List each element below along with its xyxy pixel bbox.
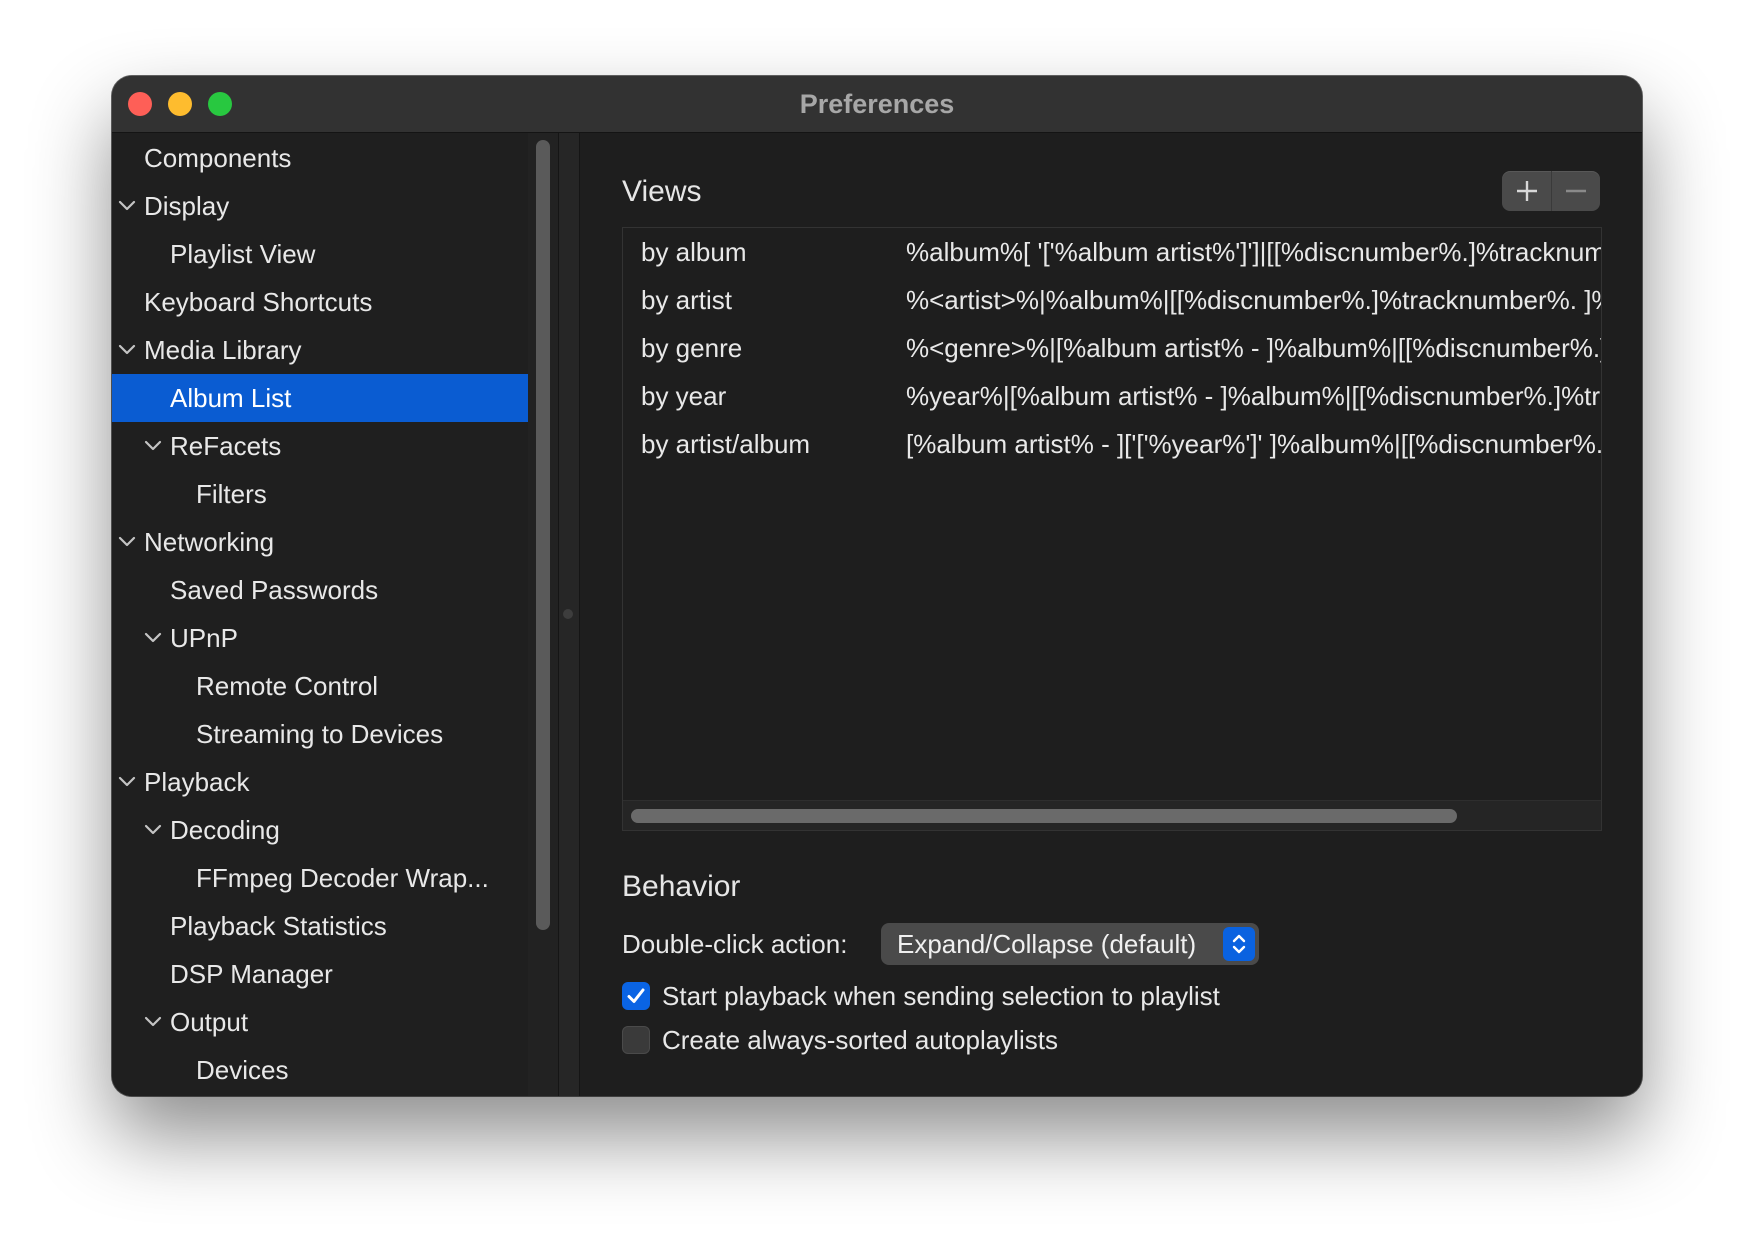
double-click-label: Double-click action: — [622, 929, 848, 959]
views-button-group — [1502, 171, 1600, 211]
chevron-down-icon[interactable] — [142, 806, 164, 854]
view-pattern: %year%|[%album artist% - ]%album%|[[%dis… — [906, 381, 1601, 411]
behavior-section-title: Behavior — [622, 870, 741, 903]
sidebar-item-label: Playback Statistics — [170, 911, 387, 941]
sidebar-item[interactable]: Streaming to Devices — [112, 710, 528, 758]
sidebar-item-label: Saved Passwords — [170, 575, 379, 605]
double-click-action-value: Expand/Collapse (default) — [897, 929, 1197, 959]
sidebar-item-label: Networking — [144, 527, 275, 557]
title-bar[interactable]: Preferences — [112, 76, 1642, 133]
sidebar-item[interactable]: Playback Statistics — [112, 902, 528, 950]
checkmark-icon — [627, 988, 645, 1003]
view-pattern: %<artist>%|%album%|[[%discnumber%.]%trac… — [906, 285, 1601, 315]
table-row[interactable]: by album %album%[ '['%album artist%']']|[… — [623, 228, 1601, 276]
minus-icon — [1566, 189, 1586, 193]
sidebar-item-label: Playback — [144, 767, 250, 797]
table-row[interactable]: by artist %<artist>%|%album%|[[%discnumbe… — [623, 276, 1601, 324]
remove-view-button[interactable] — [1551, 171, 1600, 211]
view-name: by genre — [641, 333, 743, 363]
sidebar-item-label: Remote Control — [196, 671, 379, 701]
sidebar-item[interactable]: Devices — [112, 1046, 528, 1094]
sidebar-item-label: Media Library — [144, 335, 302, 365]
view-name: by artist/album — [641, 429, 811, 459]
sidebar-item[interactable]: ReFacets — [112, 422, 528, 470]
sidebar-item-label: Display — [144, 191, 230, 221]
view-pattern: %album%[ '['%album artist%']']|[[%discnu… — [906, 237, 1601, 267]
sidebar-item[interactable]: Remote Control — [112, 662, 528, 710]
sidebar-item-label: ReFacets — [170, 431, 282, 461]
views-section-title: Views — [622, 175, 702, 208]
sidebar-item[interactable]: Filters — [112, 470, 528, 518]
view-name: by album — [641, 237, 747, 267]
table-row[interactable]: by genre %<genre>%|[%album artist% - ]%al… — [623, 324, 1601, 372]
chevron-down-icon[interactable] — [142, 998, 164, 1046]
sidebar-item[interactable]: DSP Manager — [112, 950, 528, 998]
sidebar-item[interactable]: Decoding — [112, 806, 528, 854]
sidebar-item-label: Playlist View — [170, 239, 316, 269]
view-pattern: [%album artist% - ]['['%year%']' ]%album… — [906, 429, 1601, 459]
sidebar-item[interactable]: Album List — [112, 374, 528, 422]
always-sorted-checkbox[interactable] — [622, 1026, 650, 1054]
sidebar-item-label: Devices — [196, 1055, 289, 1085]
sidebar-item-label: Decoding — [170, 815, 280, 845]
sidebar-item[interactable]: Display — [112, 182, 528, 230]
popup-arrows-icon — [1223, 927, 1255, 961]
chevron-down-icon[interactable] — [116, 758, 138, 806]
view-pattern: %<genre>%|[%album artist% - ]%album%|[[%… — [906, 333, 1601, 363]
view-name: by artist — [641, 285, 733, 315]
sidebar-item-label: Album List — [170, 383, 292, 413]
sidebar-item[interactable]: Output — [112, 998, 528, 1046]
splitter-handle[interactable] — [563, 609, 573, 619]
sidebar-item[interactable]: Playlist View — [112, 230, 528, 278]
views-table[interactable]: by artist/album [%album artist% - ]['['%y… — [622, 227, 1602, 831]
sidebar-item[interactable]: Networking — [112, 518, 528, 566]
sidebar-item[interactable]: UPnP — [112, 614, 528, 662]
sidebar-scroll-thumb[interactable] — [536, 140, 550, 930]
sidebar-item-label: Streaming to Devices — [196, 719, 444, 749]
start-playback-label[interactable]: Start playback when sending selection to… — [662, 976, 1220, 1016]
views-scroll-thumb[interactable] — [631, 809, 1457, 823]
sidebar-item-label: FFmpeg Decoder Wrap... — [196, 863, 489, 893]
sidebar-item-label: Keyboard Shortcuts — [144, 287, 373, 317]
sidebar-item-label: DSP Manager — [170, 959, 333, 989]
sidebar-item-label: UPnP — [170, 623, 238, 653]
view-name: by year — [641, 381, 727, 411]
chevron-down-icon[interactable] — [116, 518, 138, 566]
table-row[interactable]: by year %year%|[%album artist% - ]%album%… — [623, 372, 1601, 420]
window-title: Preferences — [799, 89, 955, 119]
chevron-down-icon[interactable] — [142, 614, 164, 662]
sidebar-item-label: Output — [170, 1007, 249, 1037]
start-playback-checkbox[interactable] — [622, 982, 650, 1010]
always-sorted-label[interactable]: Create always-sorted autoplaylists — [662, 1020, 1058, 1060]
sidebar-item[interactable]: Saved Passwords — [112, 566, 528, 614]
sidebar-item-label: Components — [144, 143, 292, 173]
sidebar-item[interactable]: Keyboard Shortcuts — [112, 278, 528, 326]
sidebar-item[interactable]: FFmpeg Decoder Wrap... — [112, 854, 528, 902]
chevron-down-icon[interactable] — [116, 182, 138, 230]
double-click-action-select[interactable]: Expand/Collapse (default) — [881, 923, 1259, 965]
sidebar-item-label: Filters — [196, 479, 267, 509]
table-row[interactable]: by artist/album [%album artist% - ]['['%y… — [623, 420, 1601, 468]
plus-icon — [1517, 181, 1537, 201]
add-view-button[interactable] — [1502, 171, 1552, 211]
preferences-sidebar: Components Display Playlist View Keyboard S… — [112, 133, 528, 1096]
sidebar-item[interactable]: Media Library — [112, 326, 528, 374]
chevron-down-icon[interactable] — [116, 326, 138, 374]
sidebar-item[interactable]: Components — [112, 134, 528, 182]
sidebar-item[interactable]: Playback — [112, 758, 528, 806]
views-horizontal-scrollbar[interactable] — [623, 800, 1601, 830]
chevron-down-icon[interactable] — [142, 422, 164, 470]
